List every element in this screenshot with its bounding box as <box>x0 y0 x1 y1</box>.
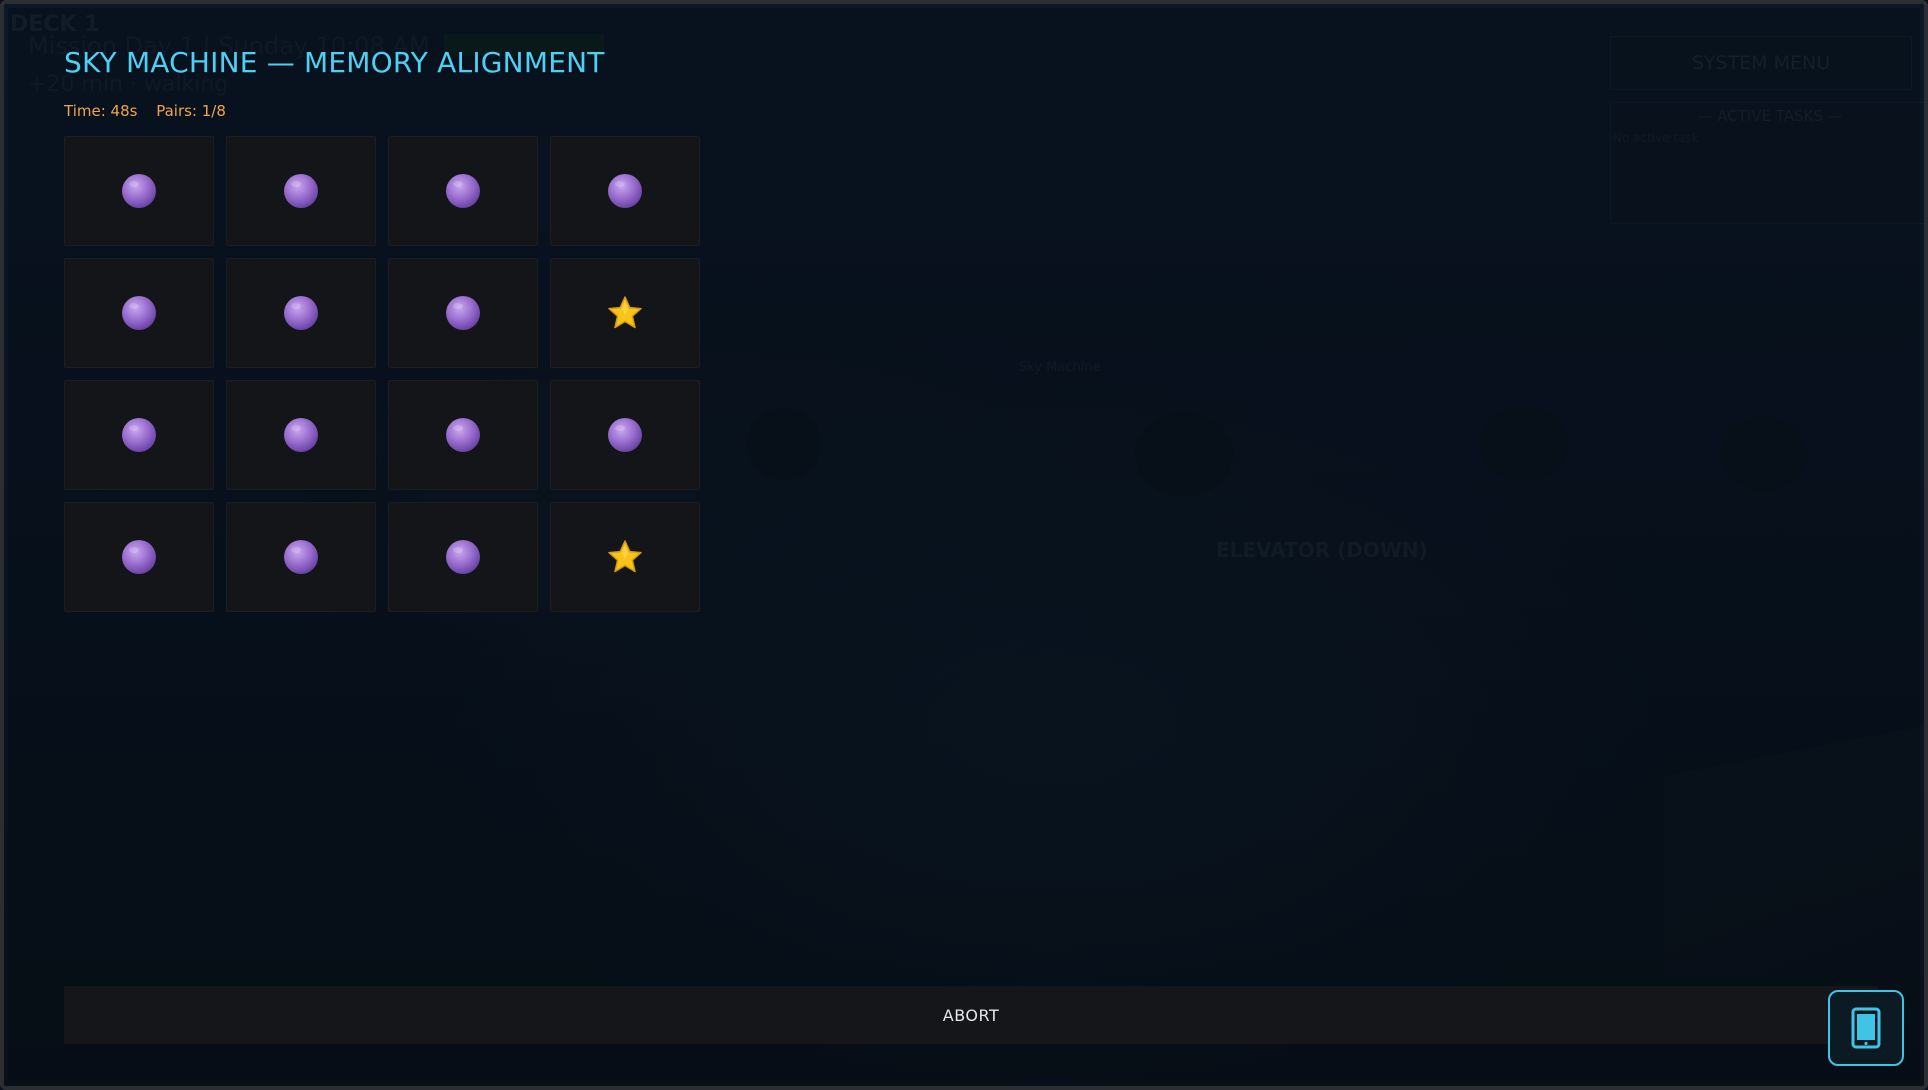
memory-card[interactable] <box>64 136 214 246</box>
pairs-counter: Pairs: 1/8 <box>156 102 226 120</box>
memory-card[interactable] <box>226 136 376 246</box>
orb-icon <box>122 540 156 574</box>
star-icon <box>608 540 642 573</box>
memory-card[interactable] <box>64 258 214 368</box>
memory-card[interactable] <box>64 502 214 612</box>
memory-card[interactable] <box>550 380 700 490</box>
device-button[interactable] <box>1828 990 1904 1066</box>
tablet-icon <box>1851 1007 1881 1049</box>
orb-icon <box>446 174 480 208</box>
memory-card[interactable] <box>226 380 376 490</box>
memory-card[interactable] <box>388 380 538 490</box>
orb-icon <box>608 174 642 208</box>
memory-card[interactable] <box>64 380 214 490</box>
timer-text: Time: 48s <box>64 102 138 120</box>
orb-icon <box>284 296 318 330</box>
memory-card[interactable] <box>226 502 376 612</box>
memory-card[interactable] <box>388 502 538 612</box>
minigame-stats: Time: 48s Pairs: 1/8 <box>64 102 240 120</box>
memory-card[interactable] <box>550 136 700 246</box>
memory-card[interactable] <box>388 258 538 368</box>
memory-card[interactable] <box>226 258 376 368</box>
memory-card[interactable] <box>388 136 538 246</box>
minigame-title: SKY MACHINE — MEMORY ALIGNMENT <box>64 46 605 79</box>
orb-icon <box>284 540 318 574</box>
orb-icon <box>122 174 156 208</box>
orb-icon <box>122 418 156 452</box>
orb-icon <box>122 296 156 330</box>
orb-icon <box>446 418 480 452</box>
orb-icon <box>446 540 480 574</box>
star-icon <box>608 296 642 329</box>
orb-icon <box>284 174 318 208</box>
orb-icon <box>284 418 318 452</box>
abort-button[interactable]: ABORT <box>64 986 1878 1044</box>
memory-card-grid <box>64 136 700 612</box>
memory-card[interactable] <box>550 258 700 368</box>
memory-card[interactable] <box>550 502 700 612</box>
orb-icon <box>608 418 642 452</box>
orb-icon <box>446 296 480 330</box>
